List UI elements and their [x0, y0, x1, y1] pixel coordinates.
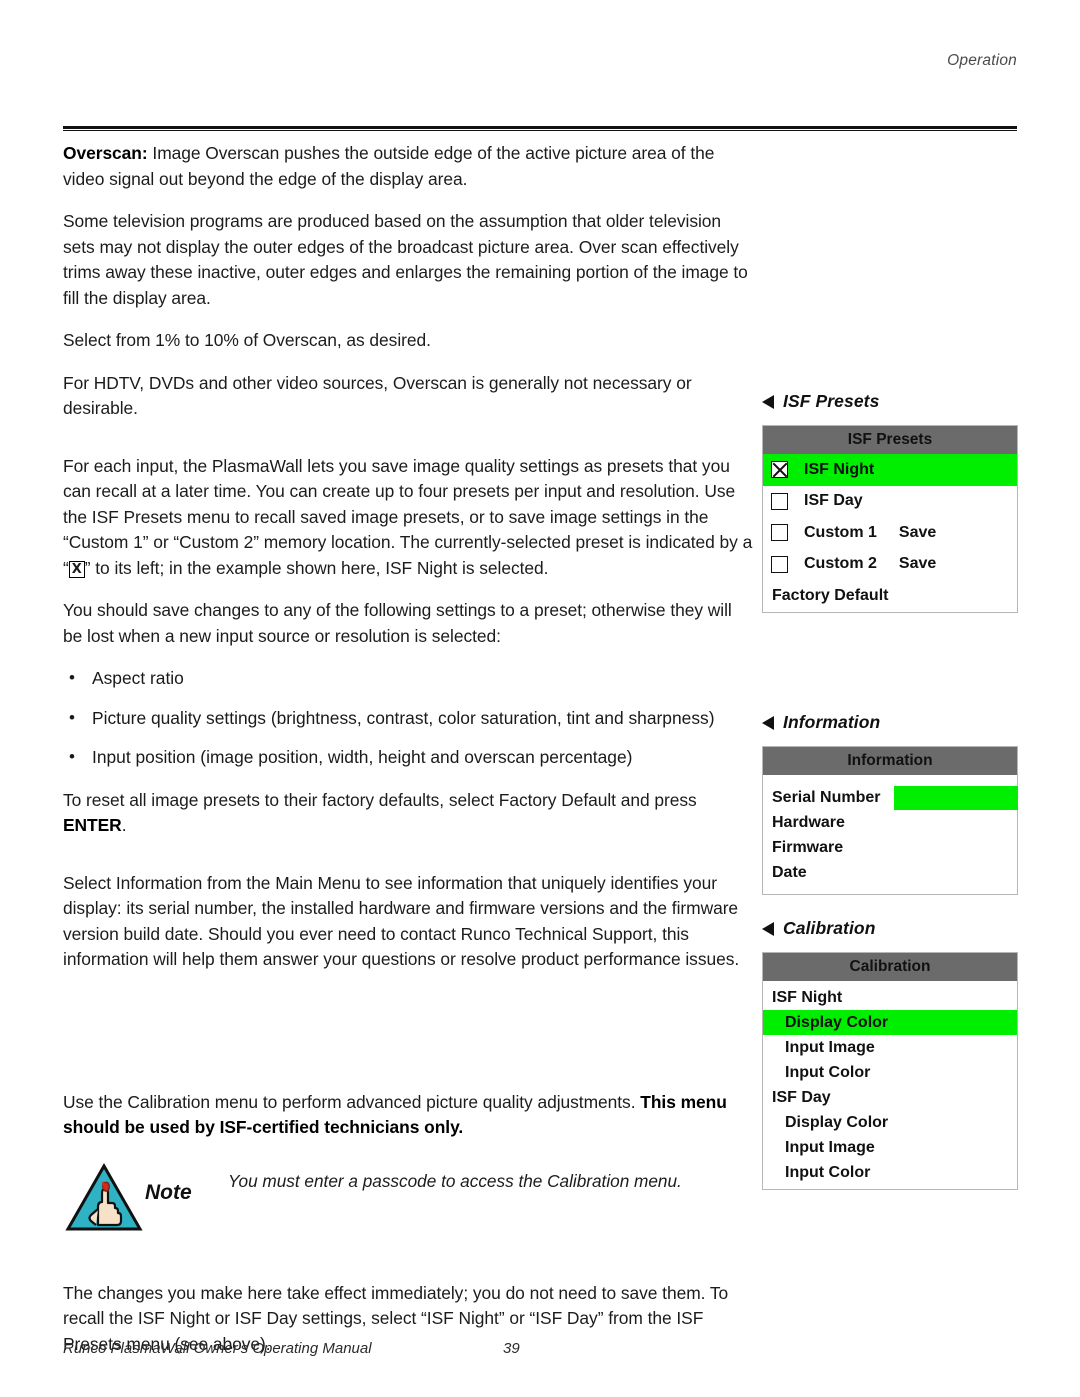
reset-text-before: To reset all image presets to their fact… [63, 789, 697, 810]
paragraph-calibration: Use the Calibration menu to perform adva… [63, 1090, 753, 1141]
menu-item-custom-1[interactable]: Custom 1 Save [763, 517, 1017, 549]
menu-item-label: Custom 2 [804, 555, 877, 573]
footer-manual-title: Runco PlasmaWall Owner's Operating Manua… [63, 1340, 372, 1357]
figure-caption-label: Information [783, 712, 881, 732]
settings-bullet-list: Aspect ratio Picture quality settings (b… [63, 665, 753, 771]
menu-item-display-color-night[interactable]: Display Color [763, 1010, 1017, 1035]
menu-item-factory-default[interactable]: Factory Default [763, 580, 1017, 612]
checkbox-unchecked-icon[interactable] [771, 555, 788, 573]
menu-item-input-color-day[interactable]: Input Color [763, 1160, 1017, 1185]
osd-menu-calibration: Calibration ISF Night Display Color Inpu… [762, 952, 1018, 1190]
figure-information: Information Information Serial Number Ha… [762, 712, 1018, 895]
note-triangle-hand-icon [65, 1162, 143, 1233]
info-key-label: Serial Number [772, 788, 881, 806]
list-item: Input position (image position, width, h… [63, 744, 753, 771]
menu-item-isf-day[interactable]: ISF Day [763, 486, 1017, 518]
osd-menu-items: ISF Night Display Color Input Image Inpu… [763, 981, 1017, 1189]
info-row-hardware: Hardware [763, 810, 1017, 835]
info-value-field [894, 785, 1018, 810]
note-label: Note [145, 1180, 192, 1204]
info-row-date: Date [763, 860, 1017, 885]
enter-key-label: ENTER [63, 815, 122, 835]
menu-item-input-image-day[interactable]: Input Image [763, 1135, 1017, 1160]
overscan-definition: Image Overscan pushes the outside edge o… [63, 143, 715, 189]
osd-title-bar: ISF Presets [763, 426, 1017, 454]
info-row-firmware: Firmware [763, 835, 1017, 860]
running-header: Operation [947, 52, 1017, 69]
menu-item-label: ISF Night [804, 460, 875, 478]
note-callout: Note You must enter a passcode to access… [63, 1162, 753, 1245]
paragraph-information: Select Information from the Main Menu to… [63, 872, 740, 970]
figure-calibration: Calibration Calibration ISF Night Displa… [762, 918, 1018, 1190]
figure-isf-presets: ISF Presets ISF Presets ISF Night ISF Da… [762, 391, 1018, 613]
footer-page-number: 39 [503, 1340, 520, 1357]
osd-menu-items: ISF Night ISF Day Custom 1 Save Custom 2… [763, 454, 1017, 612]
caret-left-icon [762, 394, 774, 409]
header-rule [63, 126, 1017, 131]
checkbox-unchecked-icon[interactable] [771, 492, 788, 510]
osd-menu-isf-presets: ISF Presets ISF Night ISF Day Custom 1 S… [762, 425, 1018, 613]
menu-item-label: ISF Day [804, 492, 863, 510]
osd-menu-items: Serial Number Hardware Firmware Date [763, 775, 1018, 894]
caret-left-icon [762, 921, 774, 936]
save-button[interactable]: Save [899, 524, 936, 542]
paragraph-select-range: Select from 1% to 10% of Overscan, as de… [63, 330, 431, 350]
caret-left-icon [762, 715, 774, 730]
paragraph-overscan: Overscan: Image Overscan pushes the outs… [63, 141, 753, 192]
list-item: Picture quality settings (brightness, co… [63, 705, 753, 732]
menu-item-isf-night[interactable]: ISF Night [763, 454, 1017, 486]
figure-caption-information: Information [762, 712, 1018, 733]
menu-item-isf-night-group[interactable]: ISF Night [763, 985, 1017, 1010]
overscan-term: Overscan: [63, 143, 148, 163]
info-key-label: Date [772, 863, 807, 881]
paragraph-save-changes: You should save changes to any of the fo… [63, 600, 732, 646]
paragraph-hdtv: For HDTV, DVDs and other video sources, … [63, 372, 692, 419]
osd-title-bar: Calibration [763, 953, 1017, 981]
menu-item-label: Factory Default [772, 586, 889, 604]
checkbox-unchecked-icon[interactable] [771, 524, 788, 542]
figure-caption-label: ISF Presets [783, 391, 880, 411]
paragraph-presets: For each input, the PlasmaWall lets you … [63, 454, 753, 582]
save-button[interactable]: Save [899, 555, 936, 573]
list-item: Aspect ratio [63, 665, 753, 692]
menu-item-custom-2[interactable]: Custom 2 Save [763, 549, 1017, 581]
menu-item-input-color-night[interactable]: Input Color [763, 1060, 1017, 1085]
main-text-column: Overscan: Image Overscan pushes the outs… [63, 141, 753, 1374]
menu-item-label: Custom 1 [804, 523, 877, 541]
osd-title-bar: Information [763, 747, 1017, 775]
paragraph-television: Some television programs are produced ba… [63, 211, 748, 308]
info-row-serial-number: Serial Number [763, 785, 1018, 810]
checkbox-checked-icon[interactable] [771, 461, 788, 479]
menu-item-isf-day-group[interactable]: ISF Day [763, 1085, 1017, 1110]
document-page: Operation Overscan: Image Overscan pushe… [0, 0, 1080, 1397]
note-body-text: You must enter a passcode to access the … [228, 1170, 682, 1191]
info-key-label: Hardware [772, 813, 845, 831]
menu-item-display-color-day[interactable]: Display Color [763, 1110, 1017, 1135]
x-checkbox-glyph: X [68, 560, 85, 578]
presets-text-after: ” to its left; in the example shown here… [84, 557, 549, 578]
reset-text-after: . [121, 815, 127, 835]
menu-item-input-image-night[interactable]: Input Image [763, 1035, 1017, 1060]
info-key-label: Firmware [772, 838, 844, 856]
figure-caption-calibration: Calibration [762, 918, 1018, 939]
figure-caption-isf-presets: ISF Presets [762, 391, 1018, 412]
figure-caption-label: Calibration [783, 918, 876, 938]
paragraph-factory-reset: To reset all image presets to their fact… [63, 788, 753, 839]
calibration-text: Use the Calibration menu to perform adva… [63, 1091, 641, 1112]
osd-menu-information: Information Serial Number Hardware Firmw… [762, 746, 1018, 895]
